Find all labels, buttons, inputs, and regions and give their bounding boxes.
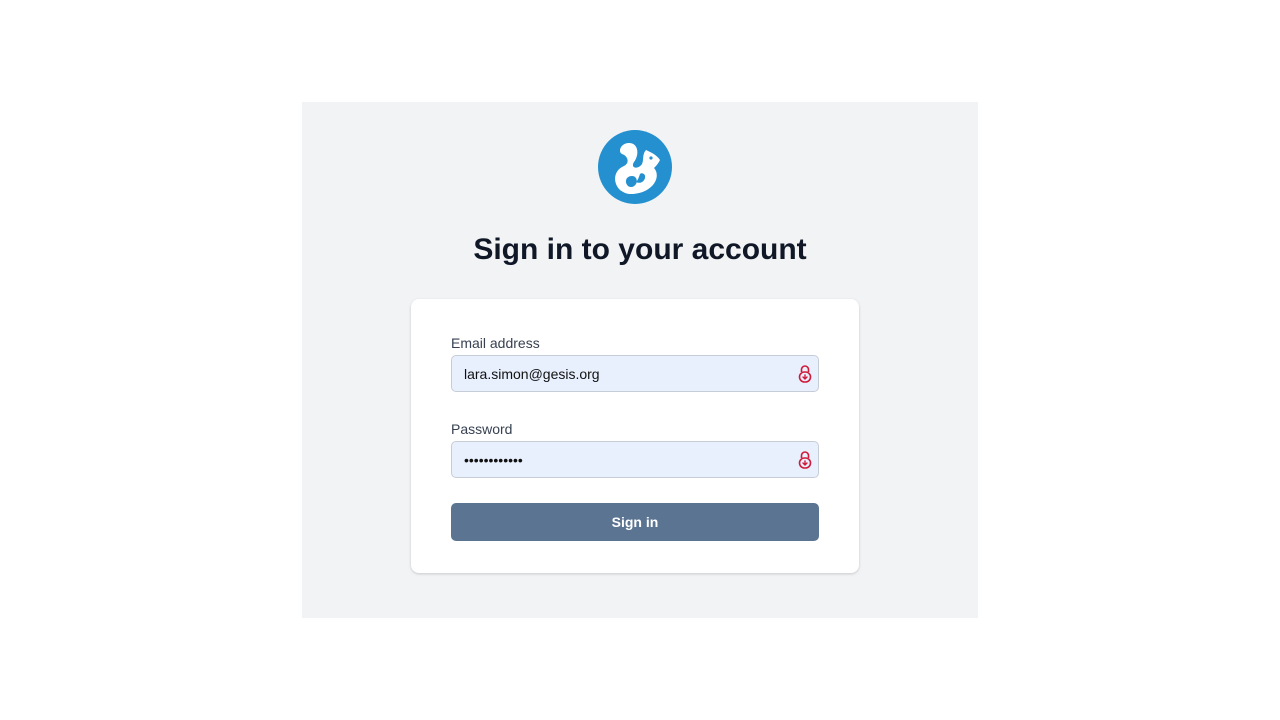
password-label: Password: [451, 421, 513, 437]
email-field-wrapper: [451, 355, 819, 392]
squirrel-logo-icon: [598, 130, 672, 204]
email-field[interactable]: [451, 355, 819, 392]
page-title: Sign in to your account: [473, 233, 807, 266]
password-field-wrapper: [451, 441, 819, 478]
email-label: Email address: [451, 335, 540, 351]
sign-in-button[interactable]: Sign in: [451, 503, 819, 541]
login-card: Email address Password Sign in: [411, 299, 859, 573]
password-manager-lock-icon[interactable]: [797, 450, 813, 470]
login-page: Sign in to your account Email address Pa…: [302, 102, 978, 618]
password-manager-lock-icon[interactable]: [797, 364, 813, 384]
password-field[interactable]: [451, 441, 819, 478]
